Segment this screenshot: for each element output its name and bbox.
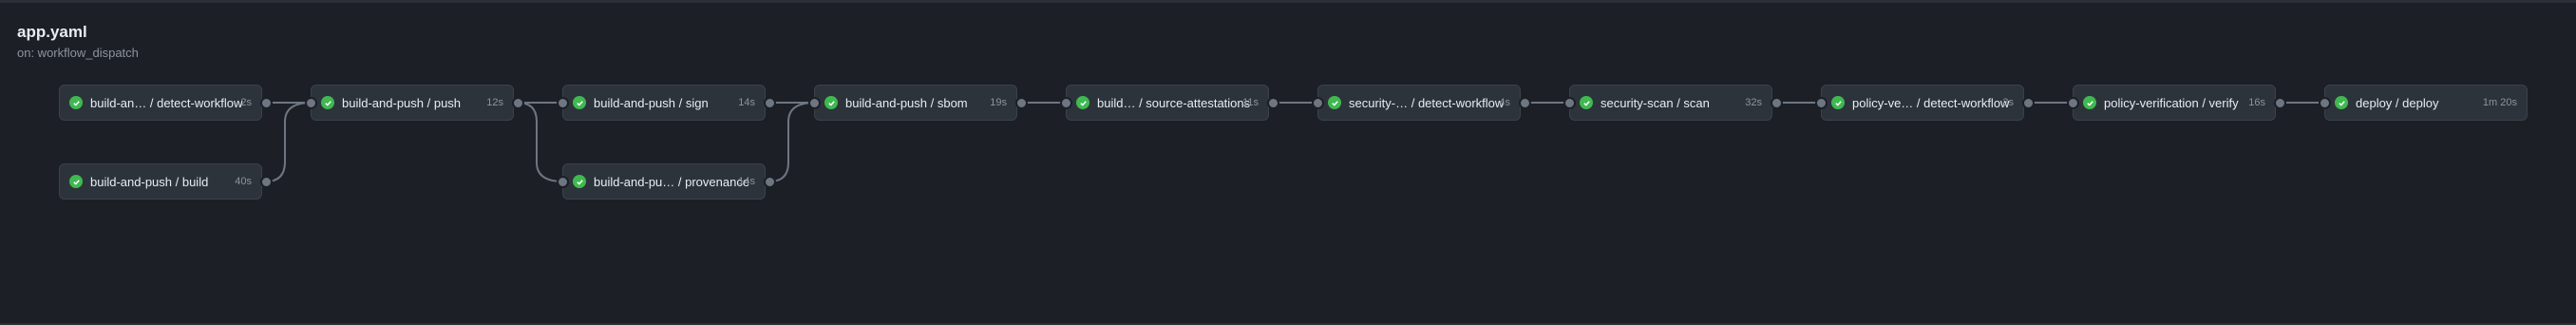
check-circle-icon: [69, 96, 83, 109]
job-duration: 12s: [486, 97, 503, 108]
connector-dot: [764, 176, 776, 188]
job-duration: 1m 20s: [2482, 97, 2517, 108]
connector-dot: [808, 97, 821, 109]
check-circle-icon: [573, 96, 586, 109]
check-circle-icon: [1076, 96, 1089, 109]
job-detect-workflow[interactable]: build-an… / detect-workflow 2s: [59, 85, 262, 121]
connector-dot: [2319, 97, 2331, 109]
job-duration: 16s: [2248, 97, 2265, 108]
connector-dot: [1060, 97, 1072, 109]
connector-dot: [1015, 97, 1028, 109]
job-duration: 2s: [240, 97, 252, 108]
job-duration: 40s: [235, 176, 252, 187]
connector-dot: [2022, 97, 2035, 109]
job-deploy[interactable]: deploy / deploy 1m 20s: [2324, 85, 2528, 121]
check-circle-icon: [824, 96, 838, 109]
job-policy-detect-workflow[interactable]: policy-ve… / detect-workflow 3s: [1821, 85, 2024, 121]
job-duration: 32s: [1745, 97, 1762, 108]
connector-dot: [557, 176, 569, 188]
connector-dot: [260, 176, 273, 188]
job-duration: 19s: [990, 97, 1007, 108]
connector-dot: [1312, 97, 1324, 109]
check-circle-icon: [2335, 96, 2348, 109]
job-policy-verify[interactable]: policy-verification / verify 16s: [2073, 85, 2276, 121]
job-name: security-scan / scan: [1601, 96, 1710, 110]
job-name: build-an… / detect-workflow: [90, 96, 243, 110]
job-duration: 4s: [1499, 97, 1510, 108]
job-name: build-and-push / sbom: [845, 96, 968, 110]
edge: [517, 102, 564, 182]
job-build[interactable]: build-and-push / build 40s: [59, 163, 262, 200]
job-push[interactable]: build-and-push / push 12s: [311, 85, 514, 121]
connector-dot: [260, 97, 273, 109]
job-security-detect-workflow[interactable]: security-… / detect-workflow 4s: [1317, 85, 1521, 121]
connector-dot: [1267, 97, 1279, 109]
check-circle-icon: [573, 175, 586, 188]
connector-dot: [512, 97, 524, 109]
connector-dot: [764, 97, 776, 109]
connector-dot: [1519, 97, 1531, 109]
job-duration: 14s: [738, 176, 755, 187]
check-circle-icon: [1328, 96, 1341, 109]
check-circle-icon: [321, 96, 334, 109]
job-provenance[interactable]: build-and-pu… / provenance 14s: [562, 163, 766, 200]
job-name: policy-ve… / detect-workflow: [1852, 96, 2010, 110]
job-name: deploy / deploy: [2356, 96, 2439, 110]
job-name: build-and-pu… / provenance: [594, 175, 750, 189]
connector-dot: [305, 97, 317, 109]
connector-dot: [2067, 97, 2079, 109]
connector-dot: [1563, 97, 1576, 109]
check-circle-icon: [1831, 96, 1845, 109]
edge: [768, 102, 816, 182]
job-sign[interactable]: build-and-push / sign 14s: [562, 85, 766, 121]
job-name: security-… / detect-workflow: [1349, 96, 1505, 110]
job-sbom[interactable]: build-and-push / sbom 19s: [814, 85, 1017, 121]
edge: [265, 102, 313, 182]
connector-dot: [557, 97, 569, 109]
job-duration: 14s: [738, 97, 755, 108]
job-name: build-and-push / sign: [594, 96, 709, 110]
job-duration: 11s: [1242, 97, 1259, 108]
check-circle-icon: [2083, 96, 2096, 109]
check-circle-icon: [1580, 96, 1593, 109]
connector-dot: [1815, 97, 1828, 109]
job-name: policy-verification / verify: [2104, 96, 2239, 110]
connector-dot: [1771, 97, 1783, 109]
job-name: build-and-push / push: [342, 96, 462, 110]
check-circle-icon: [69, 175, 83, 188]
job-name: build-and-push / build: [90, 175, 209, 189]
dependency-edges: [265, 102, 2325, 182]
job-source-attestations[interactable]: build… / source-attestations 11s: [1066, 85, 1269, 121]
connector-dot: [2274, 97, 2286, 109]
job-name: build… / source-attestations: [1097, 96, 1251, 110]
job-security-scan[interactable]: security-scan / scan 32s: [1569, 85, 1772, 121]
job-duration: 3s: [2002, 97, 2014, 108]
